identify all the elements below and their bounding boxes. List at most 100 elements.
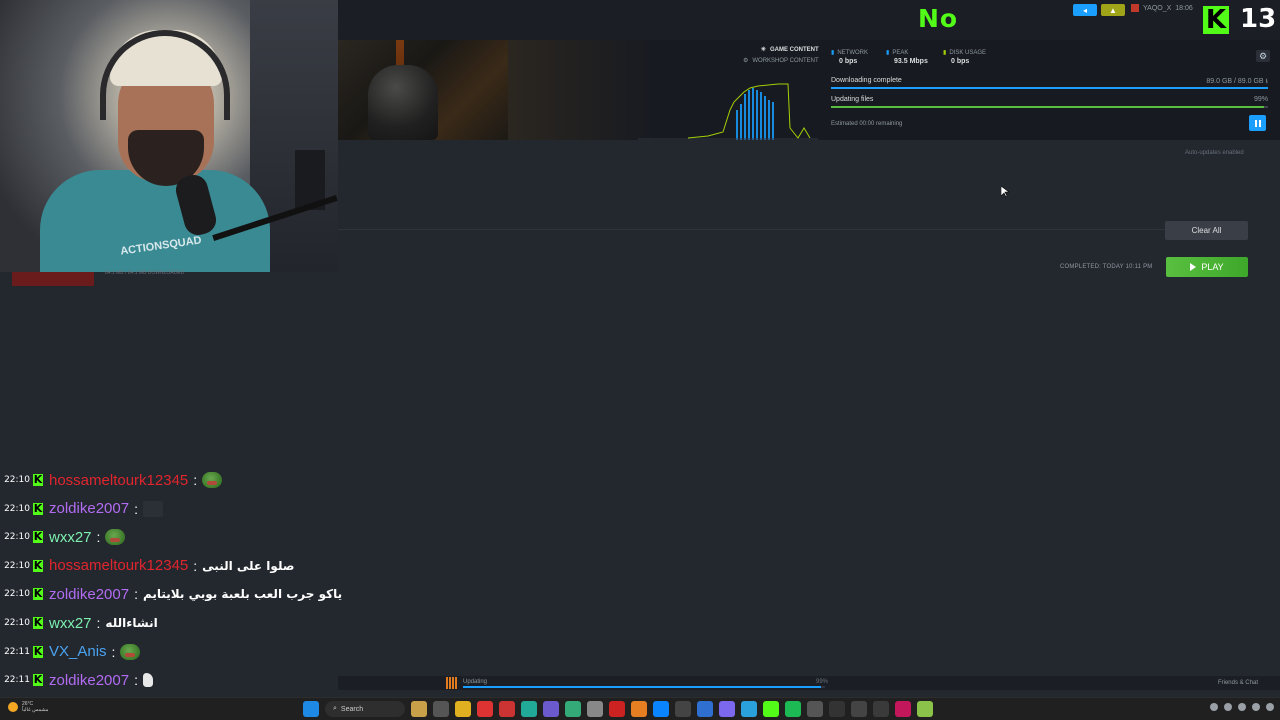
- chat-time: 22:10: [4, 532, 30, 543]
- tab-workshop-content[interactable]: ⚙ WORKSHOP CONTENT: [743, 57, 819, 65]
- stat-disk-usage: ▮ DISK USAGE 0 bps: [943, 49, 986, 66]
- windows-taskbar: 26°C مشمس غالباً ⌕ Search: [0, 697, 1280, 720]
- hand-emote-icon: [142, 673, 153, 688]
- friends-chat-button[interactable]: Friends & Chat: [1218, 680, 1258, 686]
- app-icon[interactable]: [895, 701, 911, 717]
- kick-badge-icon: K: [33, 530, 43, 544]
- kick-badge-icon: K: [33, 473, 43, 486]
- chat-username[interactable]: hossameltourk12345: [49, 472, 188, 489]
- kick-count: 13: [1240, 4, 1277, 34]
- top-username: YAQO_X: [1143, 4, 1172, 12]
- app-icon[interactable]: [719, 701, 735, 717]
- weather-widget[interactable]: 26°C مشمس غالباً: [8, 701, 49, 713]
- notification-icon[interactable]: [1266, 703, 1274, 711]
- clear-all-button[interactable]: Clear All: [1165, 221, 1248, 240]
- pause-button[interactable]: [1249, 115, 1266, 131]
- status-percent: 99%: [816, 679, 829, 685]
- kick-icon[interactable]: [763, 701, 779, 717]
- status-progress-bar: [463, 686, 825, 688]
- pepe-emote-icon: [105, 529, 126, 546]
- kick-badge-icon: K: [33, 558, 43, 572]
- chrome-icon[interactable]: [477, 701, 493, 717]
- app-icon[interactable]: [675, 701, 691, 717]
- chat-separator: :: [134, 586, 138, 603]
- mute-emote-icon: [142, 500, 163, 517]
- chat-separator: :: [111, 643, 116, 660]
- top-user-menu[interactable]: YAQO_X 18:06: [1131, 4, 1193, 12]
- taskbar-search[interactable]: ⌕ Search: [325, 701, 405, 717]
- kick-badge-icon: K: [33, 587, 43, 601]
- chat-time: 22:11: [4, 646, 30, 657]
- webcam-overlay: ACTIONSQUAD: [0, 0, 338, 272]
- pepe-emote-icon: [120, 643, 141, 660]
- app-icon[interactable]: [543, 701, 559, 717]
- widget-icon[interactable]: [411, 701, 427, 717]
- app-icon[interactable]: [917, 701, 933, 717]
- content-toggle[interactable]: ✳ GAME CONTENT ⚙ WORKSHOP CONTENT: [743, 46, 819, 68]
- chat-username[interactable]: hossameltourk12345: [49, 557, 188, 574]
- windows-start-icon[interactable]: [303, 701, 319, 717]
- system-tray[interactable]: [1210, 703, 1274, 711]
- kick-badge-icon: K: [33, 616, 43, 629]
- app-icon[interactable]: [565, 701, 581, 717]
- stat-peak: ▮ PEAK 93.5 Mbps: [886, 49, 928, 66]
- chat-message: 22:10 Khossameltourk12345:: [0, 468, 223, 492]
- chat-separator: :: [96, 615, 101, 631]
- update-status-label: Updating files: [831, 96, 874, 103]
- chat-username[interactable]: zoldike2007: [49, 586, 129, 603]
- chat-username[interactable]: wxx27: [49, 615, 92, 632]
- chat-message: 22:11 K VX_Anis:: [0, 640, 141, 664]
- app-icon[interactable]: [851, 701, 867, 717]
- file-explorer-icon[interactable]: [455, 701, 471, 717]
- chat-time: 22:10: [4, 475, 30, 485]
- chat-username[interactable]: VX_Anis: [49, 643, 107, 660]
- chat-separator: :: [193, 472, 198, 488]
- update-percent: 99%: [1253, 96, 1268, 103]
- kick-logo-icon: K: [1203, 6, 1229, 34]
- telegram-icon[interactable]: [741, 701, 757, 717]
- chat-message: 22:10 Kzoldike2007:: [0, 497, 163, 521]
- steam-icon[interactable]: [587, 701, 603, 717]
- chat-time: 22:10: [4, 589, 30, 600]
- spinner-icon: ✳: [760, 47, 766, 53]
- chat-username[interactable]: zoldike2007: [49, 500, 129, 517]
- app-icon[interactable]: [697, 701, 713, 717]
- task-view-icon[interactable]: [433, 701, 449, 717]
- tab-game-content[interactable]: ✳ GAME CONTENT: [743, 46, 819, 54]
- chat-text: صلوا على النبى: [202, 558, 295, 573]
- wifi-icon[interactable]: [1224, 703, 1232, 711]
- sun-icon: [8, 702, 18, 712]
- chat-username[interactable]: zoldike2007: [49, 672, 129, 689]
- opera-icon[interactable]: [499, 701, 515, 717]
- notification-button[interactable]: ▲: [1101, 4, 1125, 16]
- update-progress-bar: [831, 106, 1268, 108]
- chat-time: 22:10: [4, 560, 30, 571]
- download-graph: [638, 83, 818, 140]
- chat-message: 22:11 Kzoldike2007:: [0, 668, 153, 692]
- app-icon[interactable]: [609, 701, 625, 717]
- app-icon[interactable]: [521, 701, 537, 717]
- announce-button[interactable]: ◂: [1073, 4, 1097, 16]
- play-button[interactable]: PLAY: [1166, 257, 1248, 277]
- app-icon[interactable]: [873, 701, 889, 717]
- app-icon[interactable]: [829, 701, 845, 717]
- settings-gear-icon[interactable]: ⚙: [1256, 50, 1270, 62]
- game-icon: [446, 677, 458, 689]
- volume-icon[interactable]: [1238, 703, 1246, 711]
- weather-desc: مشمس غالباً: [22, 707, 49, 713]
- spotify-icon[interactable]: [785, 701, 801, 717]
- app-icon[interactable]: [807, 701, 823, 717]
- chat-username[interactable]: wxx27: [49, 529, 92, 546]
- chat-separator: :: [134, 500, 138, 517]
- search-icon: ⌕: [333, 705, 337, 712]
- edge-icon[interactable]: [653, 701, 669, 717]
- app-icon[interactable]: [631, 701, 647, 717]
- gear-icon: ⚙: [743, 58, 749, 64]
- chat-time: 22:10: [4, 503, 30, 514]
- stat-network: ▮ NETWORK 0 bps: [831, 49, 868, 66]
- tray-icon[interactable]: [1210, 703, 1218, 711]
- status-label: Updating: [463, 679, 488, 685]
- battery-icon[interactable]: [1252, 703, 1260, 711]
- steam-status-bar[interactable]: Updating 99% Friends & Chat: [338, 676, 1280, 690]
- user-avatar: [1131, 4, 1139, 12]
